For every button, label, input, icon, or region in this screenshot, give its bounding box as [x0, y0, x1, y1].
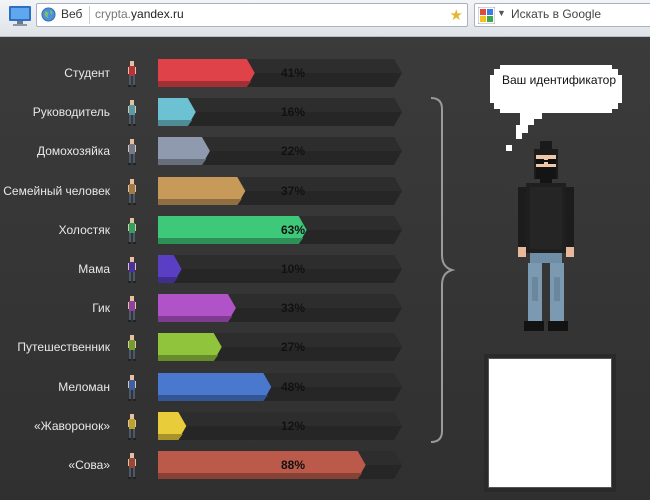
row-label: «Жаворонок» — [33, 418, 110, 433]
profile-row: Семейный человек 37% — [0, 176, 420, 207]
profile-row: Домохозяйка 22% — [0, 137, 420, 167]
address-bar[interactable]: Веб crypta.yandex.ru ★ — [36, 3, 468, 27]
percentage-bar: 10% — [158, 255, 402, 283]
bar-percent-label: 48% — [280, 379, 306, 394]
person-icon — [128, 178, 136, 205]
row-label: Студент — [64, 66, 110, 80]
bar-percent-label: 63% — [280, 222, 306, 237]
url-text[interactable]: crypta.yandex.ru — [95, 7, 184, 21]
percentage-bar: 88% — [158, 451, 402, 479]
pixel-character — [518, 141, 574, 331]
monitor-icon[interactable] — [8, 5, 32, 27]
url-prefix: crypta. — [95, 7, 132, 21]
bubble-text: Ваш идентификатор — [501, 73, 617, 87]
row-label: Семейный человек — [3, 183, 110, 198]
row-label: Путешественник — [17, 340, 110, 355]
person-icon — [128, 453, 136, 479]
bar-percent-label: 33% — [280, 301, 306, 316]
profile-row: Меломан 48% — [0, 372, 420, 403]
person-icon — [128, 100, 136, 127]
row-label: Гик — [92, 301, 110, 316]
bar-percent-label: 37% — [280, 183, 306, 198]
bar-percent-label: 16% — [280, 105, 306, 120]
profile-row: Студент 41% — [0, 59, 420, 89]
person-icon — [128, 296, 136, 323]
chevron-down-icon[interactable]: ▼ — [497, 8, 506, 18]
bar-percent-label: 10% — [280, 262, 306, 276]
row-label: «Сова» — [68, 458, 110, 472]
profile-row: Руководитель 16% — [0, 98, 420, 128]
row-label: Холостяк — [58, 222, 110, 237]
bar-percent-label: 22% — [280, 144, 306, 159]
person-icon — [128, 139, 136, 166]
web-tab-label[interactable]: Веб — [61, 7, 82, 21]
percentage-bar: 48% — [158, 372, 402, 401]
person-icon — [128, 413, 136, 440]
identifier-image-box — [484, 354, 616, 492]
curly-brace — [430, 97, 456, 443]
bar-percent-label: 41% — [280, 66, 306, 80]
percentage-bar: 12% — [158, 411, 402, 440]
person-icon — [128, 61, 136, 87]
profile-row: Холостяк 63% — [0, 215, 420, 246]
row-label: Мама — [78, 262, 110, 276]
profile-row: Мама 10% — [0, 255, 420, 285]
row-label: Домохозяйка — [36, 144, 110, 159]
profile-row: Гик 33% — [0, 294, 420, 324]
person-icon — [128, 257, 136, 283]
percentage-bar: 16% — [158, 98, 402, 127]
profile-row: «Жаворонок» 12% — [0, 411, 420, 442]
person-icon — [128, 374, 136, 401]
page-content: Студент 41% Руководитель 16% Домохозяйка 22% С… — [0, 37, 650, 500]
bar-percent-label: 27% — [280, 340, 306, 355]
profile-row: «Сова» 88% — [0, 451, 420, 481]
bar-percent-label: 12% — [280, 418, 306, 433]
bookmark-star-icon[interactable]: ★ — [450, 6, 463, 24]
globe-icon — [41, 7, 56, 22]
bar-percent-label: 88% — [280, 458, 306, 472]
search-input[interactable]: Искать в Google — [511, 7, 601, 21]
percentage-bar: 27% — [158, 333, 402, 362]
percentage-bar: 22% — [158, 137, 402, 166]
row-label: Меломан — [58, 379, 110, 394]
percentage-bar: 63% — [158, 215, 402, 244]
person-icon — [128, 217, 136, 244]
url-domain: yandex.ru — [131, 7, 184, 21]
profile-row: Путешественник 27% — [0, 333, 420, 363]
percentage-bar: 33% — [158, 294, 402, 323]
google-icon[interactable] — [478, 7, 495, 24]
person-icon — [128, 335, 136, 362]
percentage-bar: 41% — [158, 59, 402, 87]
browser-toolbar: Веб crypta.yandex.ru ★ ▼ Искать в Google — [0, 0, 650, 37]
percentage-bar: 37% — [158, 176, 402, 205]
address-separator — [89, 6, 90, 24]
row-label: Руководитель — [32, 105, 110, 120]
google-search-box[interactable]: ▼ Искать в Google — [474, 3, 650, 27]
